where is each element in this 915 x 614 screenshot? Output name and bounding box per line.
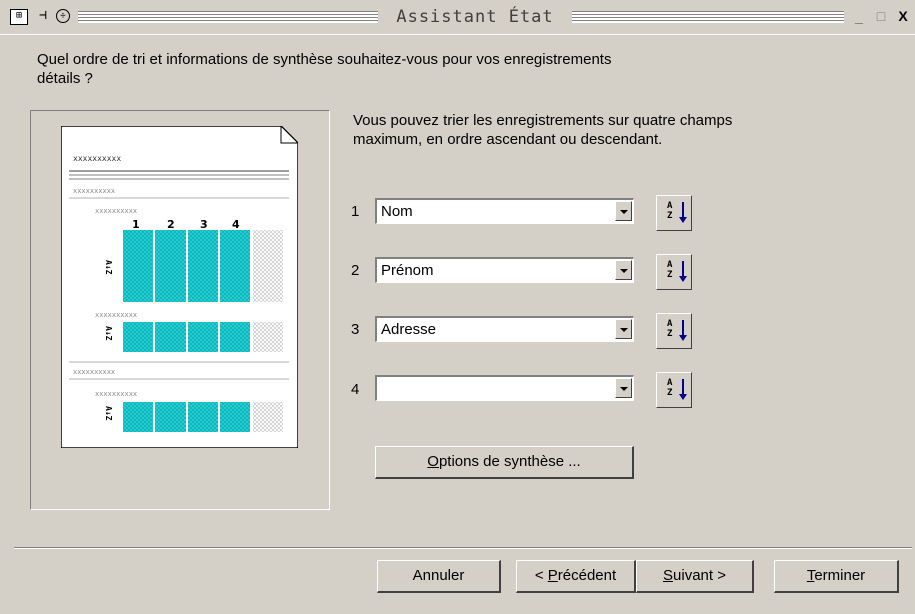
dropdown-circle-icon[interactable]: ÷: [56, 9, 70, 23]
sort-field-1-value: Nom: [381, 203, 413, 220]
sort-number-4: 4: [351, 381, 360, 398]
svg-text:xxxxxxxxxx: xxxxxxxxxx: [95, 311, 137, 319]
svg-text:A↓Z: A↓Z: [104, 406, 113, 421]
title-stripes-left: [78, 11, 378, 23]
preview-sort-az: A↓Z: [104, 260, 113, 275]
cancel-button[interactable]: Annuler: [377, 560, 501, 593]
next-button[interactable]: Suivant >: [636, 560, 754, 593]
close-button[interactable]: X: [894, 7, 912, 25]
maximize-button[interactable]: □: [872, 7, 890, 25]
svg-text:A↓Z: A↓Z: [104, 326, 113, 341]
sort-hint-text: Vous pouvez trier les enregistrements su…: [353, 112, 733, 148]
minimize-button[interactable]: _: [850, 7, 868, 25]
sort-field-1-select[interactable]: Nom: [375, 198, 634, 224]
sort-order-1-button[interactable]: AZ: [656, 195, 692, 231]
preview-col-1: 1: [132, 218, 140, 231]
chevron-down-icon[interactable]: [615, 319, 632, 339]
sort-number-2: 2: [351, 262, 360, 279]
preview-title-placeholder: xxxxxxxxxx: [73, 154, 121, 163]
down-arrow-icon: [679, 320, 687, 341]
title-bar: ⊞ ⊣ ÷ Assistant État _ □ X: [0, 0, 915, 35]
sort-order-3-button[interactable]: AZ: [656, 313, 692, 349]
sort-field-4-select[interactable]: [375, 375, 634, 401]
svg-text:xxxxxxxxxx: xxxxxxxxxx: [95, 390, 137, 398]
sort-ascending-icon: AZ: [667, 201, 673, 221]
sort-number-3: 3: [351, 321, 360, 338]
sort-field-3-value: Adresse: [381, 321, 437, 338]
sort-order-2-button[interactable]: AZ: [656, 254, 692, 290]
svg-text:xxxxxxxxxx: xxxxxxxxxx: [73, 187, 115, 195]
finish-button[interactable]: Terminer: [774, 560, 899, 593]
report-preview-illustration: xxxxxxxxxx xxxxxxxxxx xxxxxxxxxx 1 2 3 4…: [61, 126, 298, 448]
pin-icon[interactable]: ⊣: [35, 9, 51, 23]
form-icon[interactable]: ⊞: [10, 9, 28, 25]
preview-panel: xxxxxxxxxx xxxxxxxxxx xxxxxxxxxx 1 2 3 4…: [30, 110, 330, 510]
sort-ascending-icon: AZ: [667, 378, 673, 398]
sort-field-2-value: Prénom: [381, 262, 434, 279]
summary-options-button[interactable]: Options de synthèse ...: [375, 446, 634, 479]
window-title: Assistant État: [396, 7, 554, 27]
back-button[interactable]: < Précédent: [516, 560, 636, 593]
svg-text:xxxxxxxxxx: xxxxxxxxxx: [73, 368, 115, 376]
chevron-down-icon[interactable]: [615, 260, 632, 280]
sort-number-1: 1: [351, 203, 360, 220]
down-arrow-icon: [679, 202, 687, 223]
sort-ascending-icon: AZ: [667, 319, 673, 339]
sort-order-4-button[interactable]: AZ: [656, 372, 692, 408]
sort-ascending-icon: AZ: [667, 260, 673, 280]
title-stripes-right: [572, 11, 844, 23]
footer-separator: [14, 547, 912, 549]
preview-col-4: 4: [232, 218, 240, 231]
svg-text:xxxxxxxxxx: xxxxxxxxxx: [95, 207, 137, 215]
sort-field-3-select[interactable]: Adresse: [375, 316, 634, 342]
chevron-down-icon[interactable]: [615, 201, 632, 221]
down-arrow-icon: [679, 261, 687, 282]
preview-col-3: 3: [200, 218, 208, 231]
preview-col-2: 2: [167, 218, 175, 231]
question-text: Quel ordre de tri et informations de syn…: [37, 51, 612, 87]
chevron-down-icon[interactable]: [615, 378, 632, 398]
sort-field-2-select[interactable]: Prénom: [375, 257, 634, 283]
down-arrow-icon: [679, 379, 687, 400]
